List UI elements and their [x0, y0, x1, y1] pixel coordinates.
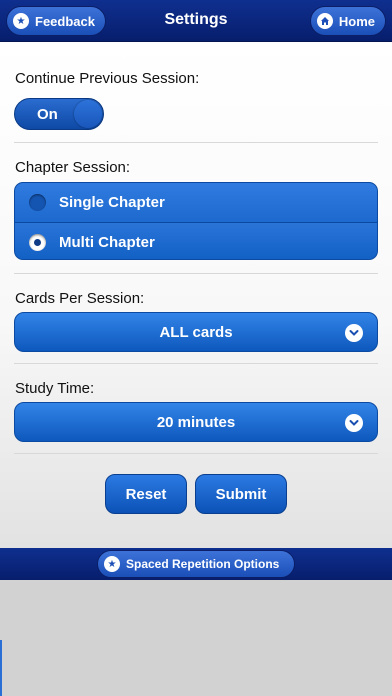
select-value: ALL cards — [159, 324, 233, 341]
radio-multi-chapter[interactable]: Multi Chapter — [15, 222, 377, 259]
radio-single-chapter[interactable]: Single Chapter — [15, 183, 377, 222]
continue-session-toggle[interactable]: On — [14, 98, 104, 130]
star-icon: ★ — [104, 556, 120, 572]
home-button[interactable]: Home — [309, 6, 386, 36]
radio-button[interactable] — [29, 194, 46, 211]
divider — [14, 273, 378, 274]
settings-screen: ★ Feedback Settings Home Continue Previo… — [0, 0, 392, 696]
chapter-session-radio-group: Single Chapter Multi Chapter — [14, 182, 378, 260]
cards-per-session-select[interactable]: ALL cards — [14, 312, 378, 352]
spaced-repetition-label: Spaced Repetition Options — [126, 557, 280, 571]
edge-accent — [0, 640, 2, 696]
radio-label: Multi Chapter — [59, 234, 155, 251]
toggle-state-label: On — [37, 106, 58, 123]
bottom-nav-bar: ★ Spaced Repetition Options — [0, 548, 392, 580]
divider — [14, 453, 378, 454]
study-time-select[interactable]: 20 minutes — [14, 402, 378, 442]
divider — [14, 363, 378, 364]
cards-per-session-label: Cards Per Session: — [15, 290, 145, 307]
radio-label: Single Chapter — [59, 194, 165, 211]
chapter-session-label: Chapter Session: — [15, 159, 131, 176]
toggle-knob[interactable] — [74, 100, 102, 128]
select-value: 20 minutes — [156, 414, 236, 431]
home-icon — [316, 13, 333, 29]
empty-area — [0, 580, 392, 696]
reset-button[interactable]: Reset — [105, 474, 187, 514]
continue-session-label: Continue Previous Session: — [15, 70, 200, 87]
chevron-down-icon — [345, 414, 363, 432]
study-time-label: Study Time: — [15, 380, 95, 397]
spaced-repetition-options-button[interactable]: ★ Spaced Repetition Options — [97, 550, 295, 578]
top-nav-bar: ★ Feedback Settings Home — [0, 0, 392, 42]
chevron-down-icon — [345, 324, 363, 342]
radio-button-selected[interactable] — [29, 234, 46, 251]
divider — [14, 142, 378, 143]
submit-button[interactable]: Submit — [195, 474, 287, 514]
home-label: Home — [338, 13, 375, 29]
settings-form: Continue Previous Session: On Chapter Se… — [0, 42, 392, 548]
